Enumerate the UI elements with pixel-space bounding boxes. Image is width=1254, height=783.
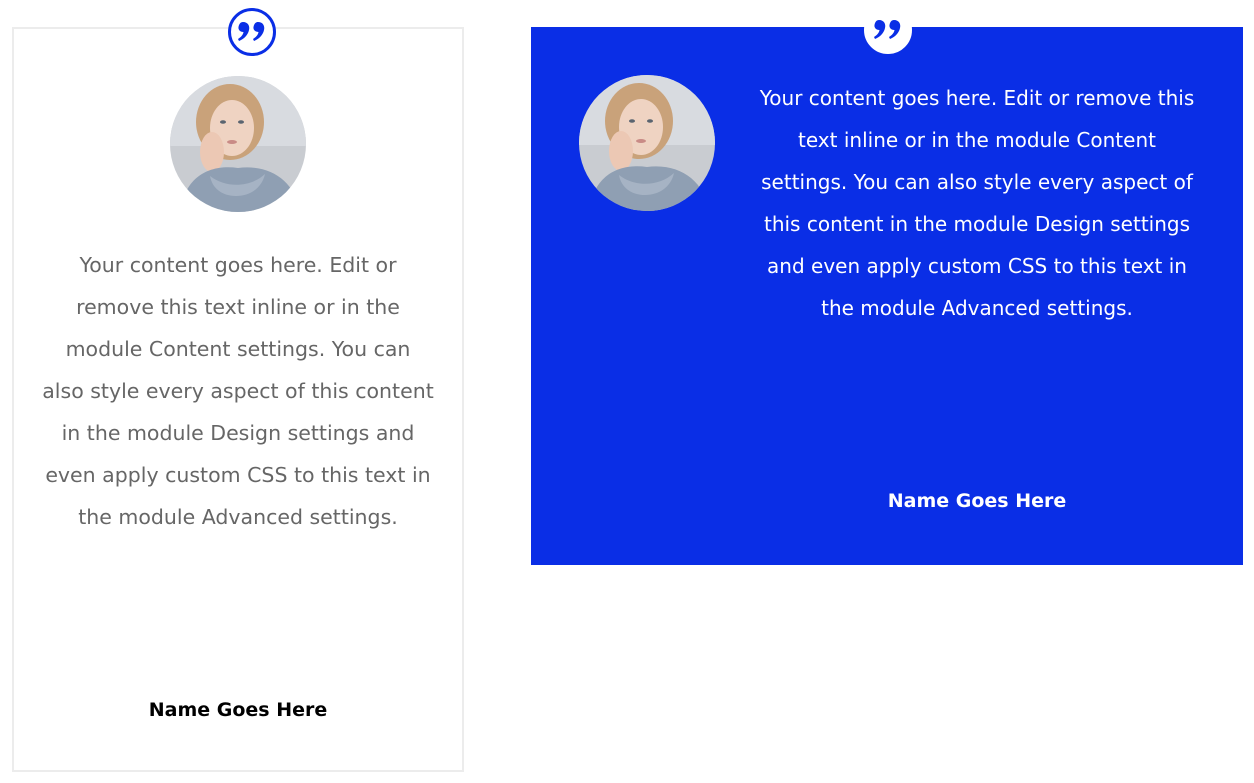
quote-icon xyxy=(228,8,276,56)
woman-portrait-avatar xyxy=(170,76,306,212)
woman-portrait-avatar xyxy=(579,75,715,211)
quote-icon xyxy=(864,6,912,54)
testimonial-content: Your content goes here. Edit or remove t… xyxy=(759,86,1195,320)
testimonial-author-name: Name Goes Here xyxy=(148,699,328,721)
testimonial-author-name: Name Goes Here xyxy=(887,490,1067,512)
testimonial-card-blue: Your content goes here. Edit or remove t… xyxy=(531,6,1243,565)
testimonial-content: Your content goes here. Edit or remove t… xyxy=(42,253,434,529)
testimonial-card-light: Your content goes here. Edit or remove t… xyxy=(12,8,464,772)
